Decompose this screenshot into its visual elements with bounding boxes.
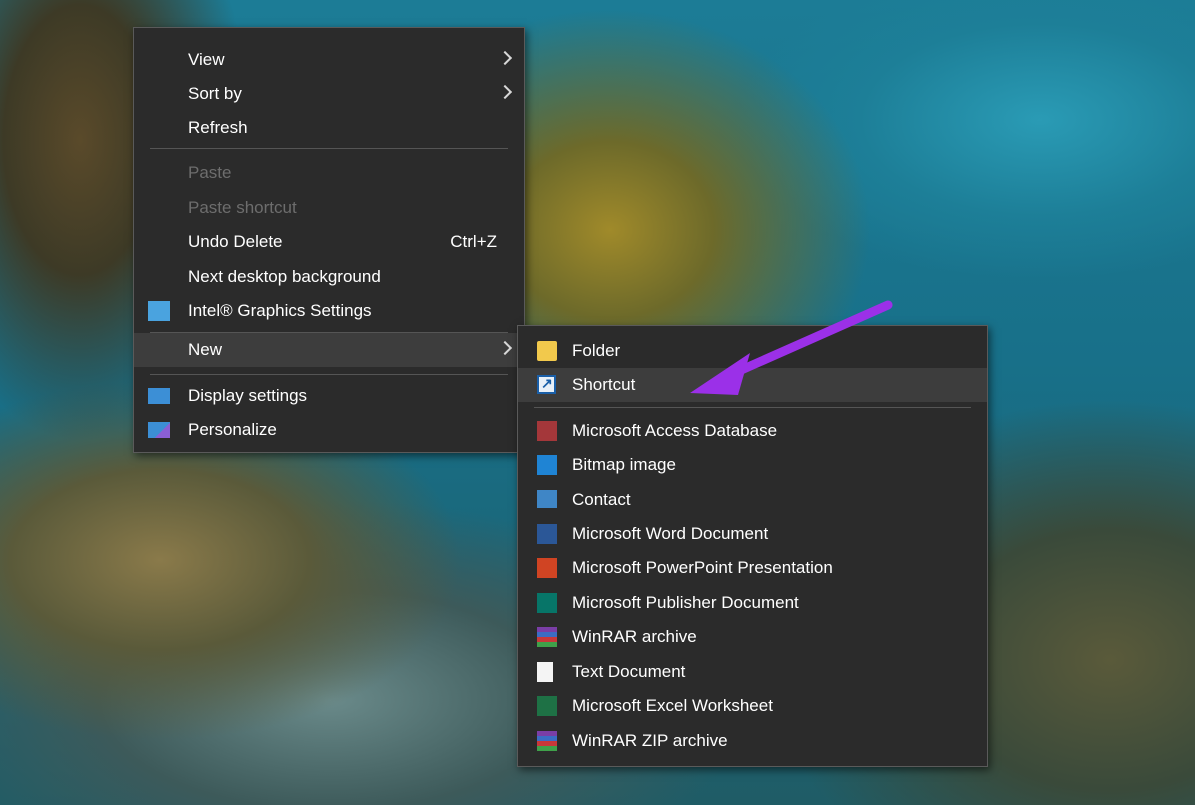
submenu-item-label: Microsoft PowerPoint Presentation	[572, 558, 833, 577]
menu-item-label: New	[188, 340, 223, 359]
menu-item-next-desktop-background[interactable]: Next desktop background	[134, 260, 524, 294]
menu-item-label: Sort by	[188, 84, 242, 103]
display-icon	[148, 388, 170, 404]
menu-item-sort-by[interactable]: Sort by	[134, 77, 524, 111]
submenu-item-access-database[interactable]: Microsoft Access Database	[518, 414, 987, 448]
word-icon	[537, 524, 557, 544]
submenu-item-publisher-document[interactable]: Microsoft Publisher Document	[518, 586, 987, 620]
menu-item-personalize[interactable]: Personalize	[134, 413, 524, 447]
annotation-arrow-icon	[690, 300, 893, 395]
submenu-item-winrar-archive[interactable]: WinRAR archive	[518, 620, 987, 654]
menu-separator	[150, 148, 508, 149]
text-document-icon	[537, 662, 553, 682]
submenu-item-word-document[interactable]: Microsoft Word Document	[518, 517, 987, 551]
menu-item-view[interactable]: View	[134, 43, 524, 77]
menu-item-refresh[interactable]: Refresh	[134, 111, 524, 145]
chevron-right-icon	[497, 50, 513, 66]
chevron-right-icon	[497, 84, 513, 100]
menu-item-intel-graphics-settings[interactable]: Intel® Graphics Settings	[134, 294, 524, 328]
submenu-item-text-document[interactable]: Text Document	[518, 655, 987, 689]
menu-item-label: Paste shortcut	[188, 198, 297, 217]
submenu-item-excel-worksheet[interactable]: Microsoft Excel Worksheet	[518, 689, 987, 723]
winrar-icon	[537, 627, 557, 647]
submenu-item-contact[interactable]: Contact	[518, 483, 987, 517]
excel-icon	[537, 696, 557, 716]
folder-icon	[537, 341, 557, 361]
chevron-right-icon	[497, 340, 513, 356]
submenu-item-label: Microsoft Excel Worksheet	[572, 696, 773, 715]
menu-item-label: Intel® Graphics Settings	[188, 301, 372, 320]
submenu-item-label: Shortcut	[572, 375, 636, 394]
menu-item-label: Next desktop background	[188, 267, 381, 286]
keyboard-shortcut: Ctrl+Z	[450, 232, 497, 251]
menu-item-label: Personalize	[188, 420, 277, 439]
submenu-item-label: Folder	[572, 341, 621, 360]
intel-graphics-icon	[148, 301, 170, 321]
menu-item-paste: Paste	[134, 156, 524, 190]
submenu-item-label: Microsoft Publisher Document	[572, 593, 799, 612]
shortcut-icon	[537, 375, 556, 394]
submenu-item-label: Microsoft Word Document	[572, 524, 769, 543]
menu-item-display-settings[interactable]: Display settings	[134, 379, 524, 413]
menu-item-label: Refresh	[188, 118, 248, 137]
menu-item-new[interactable]: New	[134, 333, 524, 367]
submenu-item-label: Text Document	[572, 662, 686, 681]
menu-item-label: View	[188, 50, 225, 69]
powerpoint-icon	[537, 558, 557, 578]
submenu-item-label: WinRAR ZIP archive	[572, 731, 728, 750]
menu-item-paste-shortcut: Paste shortcut	[134, 191, 524, 225]
menu-item-undo-delete[interactable]: Undo Delete Ctrl+Z	[134, 225, 524, 259]
submenu-item-label: Contact	[572, 490, 631, 509]
desktop-context-menu: View Sort by Refresh Paste Paste shortcu…	[133, 27, 525, 453]
menu-item-label: Display settings	[188, 386, 308, 405]
submenu-item-label: Microsoft Access Database	[572, 421, 778, 440]
bitmap-icon	[537, 455, 557, 475]
contact-icon	[537, 490, 557, 508]
submenu-item-bitmap-image[interactable]: Bitmap image	[518, 448, 987, 482]
menu-separator	[150, 374, 508, 375]
submenu-item-powerpoint-presentation[interactable]: Microsoft PowerPoint Presentation	[518, 551, 987, 585]
submenu-item-label: Bitmap image	[572, 455, 676, 474]
winrar-zip-icon	[537, 731, 557, 751]
submenu-item-label: WinRAR archive	[572, 627, 697, 646]
personalize-icon	[148, 422, 170, 438]
menu-item-label: Paste	[188, 163, 232, 182]
menu-separator	[534, 407, 971, 408]
access-icon	[537, 421, 557, 441]
menu-item-label: Undo Delete	[188, 232, 283, 251]
publisher-icon	[537, 593, 557, 613]
submenu-item-winrar-zip-archive[interactable]: WinRAR ZIP archive	[518, 724, 987, 758]
